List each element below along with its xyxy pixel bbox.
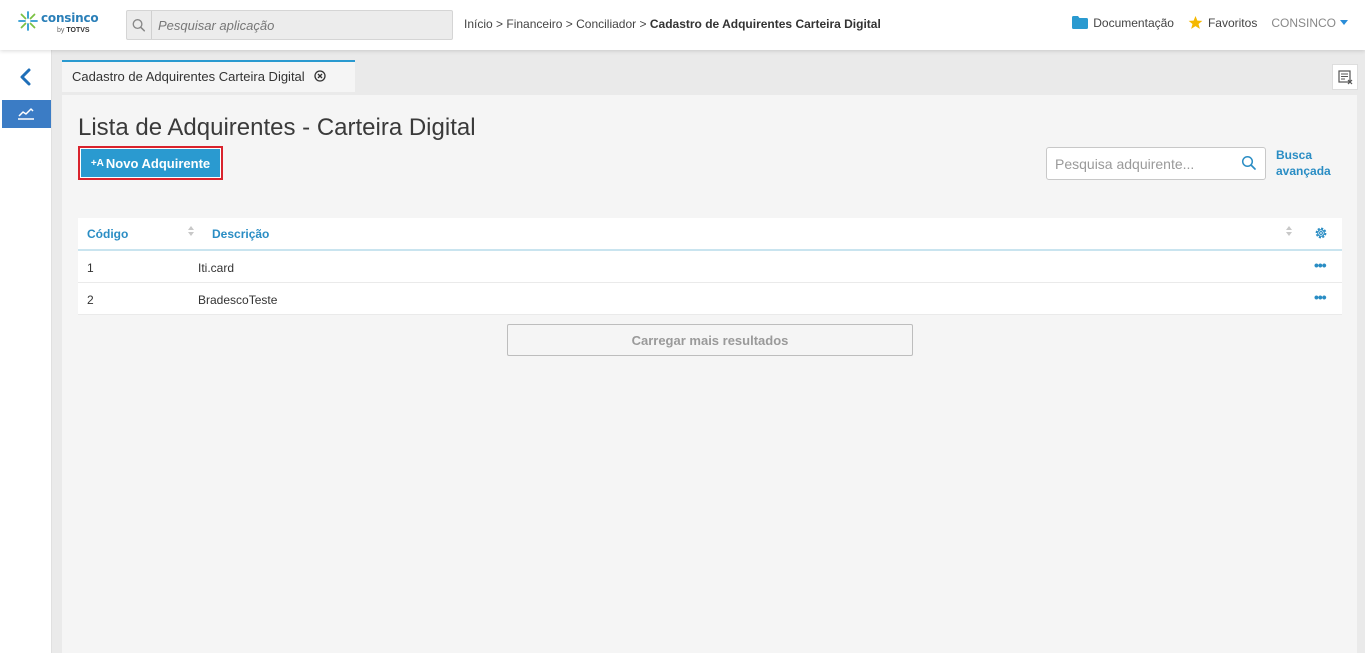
breadcrumb-item-current: Cadastro de Adquirentes Carteira Digital bbox=[649, 17, 881, 31]
load-more-button[interactable]: Carregar mais resultados bbox=[507, 324, 913, 356]
caret-down-icon bbox=[1340, 20, 1348, 25]
brand-by-company: TOTVS bbox=[66, 27, 90, 34]
breadcrumb-separator: > bbox=[565, 17, 573, 31]
documentation-label: Documentação bbox=[1093, 15, 1174, 30]
table-row[interactable]: 2 BradescoTeste ••• bbox=[78, 283, 1342, 315]
favorites-label: Favoritos bbox=[1207, 15, 1258, 30]
sort-icon[interactable] bbox=[1286, 225, 1292, 237]
breadcrumb-item-conciliador[interactable]: Conciliador bbox=[576, 17, 636, 31]
tab-label: Cadastro de Adquirentes Carteira Digital bbox=[72, 69, 305, 84]
chart-line-icon bbox=[18, 108, 34, 120]
column-header-descricao[interactable]: Descrição bbox=[212, 227, 269, 241]
page-title: Lista de Adquirentes - Carteira Digital bbox=[78, 114, 476, 141]
adquirentes-table: Código Descrição 1 Iti.card ••• 2 Brades… bbox=[78, 218, 1342, 315]
left-sidebar bbox=[0, 50, 52, 653]
advanced-search-link[interactable]: Busca avançada bbox=[1276, 147, 1336, 179]
adquirente-search-box bbox=[1046, 147, 1266, 180]
breadcrumb-separator: > bbox=[639, 17, 647, 31]
breadcrumb-item-financeiro[interactable]: Financeiro bbox=[506, 17, 562, 31]
user-menu[interactable]: CONSINCO bbox=[1271, 16, 1348, 30]
brand-logo[interactable]: consinco by TOTVS bbox=[17, 10, 102, 40]
folder-icon bbox=[1072, 16, 1089, 29]
sidebar-item-financeiro[interactable] bbox=[2, 100, 51, 128]
row-actions-menu[interactable]: ••• bbox=[1314, 289, 1327, 305]
app-search-input[interactable] bbox=[158, 11, 443, 39]
brand-by-prefix: by bbox=[57, 27, 65, 34]
app-search-box bbox=[126, 10, 453, 40]
tab-cadastro-adquirentes[interactable]: Cadastro de Adquirentes Carteira Digital bbox=[62, 60, 355, 92]
chevron-left-icon[interactable] bbox=[15, 66, 37, 88]
search-icon[interactable] bbox=[1241, 155, 1257, 171]
new-adquirente-button[interactable]: +A Novo Adquirente bbox=[78, 146, 223, 180]
breadcrumb: Início > Financeiro > Conciliador > Cada… bbox=[464, 17, 881, 31]
row-actions-menu[interactable]: ••• bbox=[1314, 257, 1327, 273]
user-name: CONSINCO bbox=[1271, 15, 1336, 30]
brand-name: consinco bbox=[41, 11, 99, 25]
breadcrumb-item-inicio[interactable]: Início bbox=[464, 17, 493, 31]
search-icon bbox=[132, 11, 152, 39]
cell-descricao: BradescoTeste bbox=[198, 293, 278, 307]
breadcrumb-separator: > bbox=[496, 17, 504, 31]
cell-descricao: Iti.card bbox=[198, 261, 235, 275]
new-adquirente-button-body: +A Novo Adquirente bbox=[81, 149, 220, 177]
brand-by: by TOTVS bbox=[57, 27, 90, 34]
close-circle-icon[interactable] bbox=[314, 70, 326, 82]
consinco-star-icon bbox=[18, 11, 38, 31]
tab-strip: Cadastro de Adquirentes Carteira Digital bbox=[52, 50, 1365, 95]
favorites-link[interactable]: Favoritos bbox=[1188, 15, 1257, 30]
documentation-link[interactable]: Documentação bbox=[1072, 16, 1174, 30]
top-bar: consinco by TOTVS Início > Financeiro > … bbox=[0, 0, 1365, 50]
tab-menu-button[interactable] bbox=[1332, 64, 1358, 90]
table-header: Código Descrição bbox=[78, 218, 1342, 251]
top-links: Documentação Favoritos CONSINCO bbox=[1058, 15, 1348, 30]
advanced-search-line-1: Busca bbox=[1276, 148, 1313, 162]
sort-icon[interactable] bbox=[188, 225, 194, 237]
star-icon bbox=[1188, 15, 1203, 29]
main-content: Lista de Adquirentes - Carteira Digital … bbox=[62, 95, 1357, 653]
column-header-codigo[interactable]: Código bbox=[87, 227, 128, 241]
advanced-search-line-2: avançada bbox=[1276, 164, 1331, 178]
table-row[interactable]: 1 Iti.card ••• bbox=[78, 251, 1342, 283]
gear-icon[interactable] bbox=[1314, 226, 1328, 240]
new-adquirente-label: Novo Adquirente bbox=[105, 155, 211, 171]
list-close-icon bbox=[1338, 70, 1353, 85]
add-icon: +A bbox=[90, 157, 104, 169]
cell-codigo: 1 bbox=[87, 261, 94, 275]
cell-codigo: 2 bbox=[87, 293, 94, 307]
adquirente-search-input[interactable] bbox=[1055, 148, 1235, 179]
